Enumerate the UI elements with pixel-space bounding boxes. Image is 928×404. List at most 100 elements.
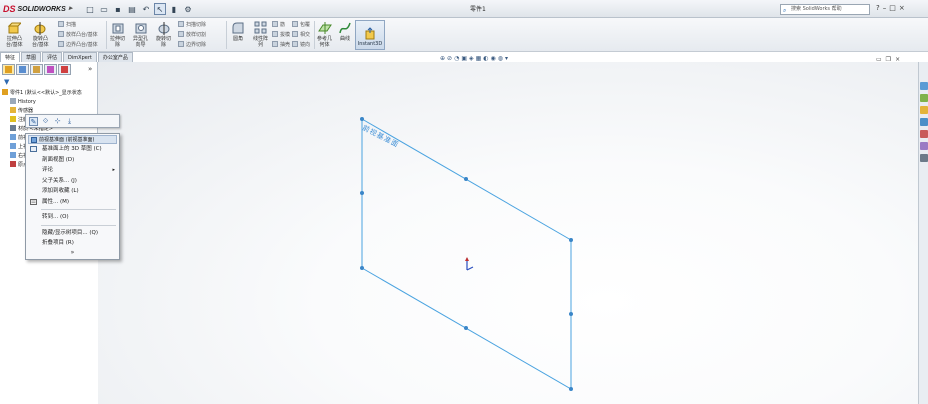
boundary-cut-icon xyxy=(178,41,184,47)
shell-button[interactable]: 抽壳 xyxy=(272,41,290,48)
print-icon[interactable]: ▤ xyxy=(126,3,138,15)
zoom-to-fit-icon[interactable]: ⊕ xyxy=(440,55,445,64)
menu-item-hide-show-tree-items[interactable]: 隐藏/显示树项目... (Q) xyxy=(26,228,119,239)
solidworks-logo[interactable]: DS SOLIDWORKS ▸ xyxy=(3,3,77,15)
sketch-icon[interactable]: ✎ xyxy=(29,116,38,126)
save-icon[interactable]: ▪ xyxy=(112,3,124,15)
undo-icon[interactable]: ↶ xyxy=(140,3,152,15)
maximize-button[interactable]: □ xyxy=(889,4,896,12)
menu-item-properties[interactable]: 属性... (M) xyxy=(26,197,119,208)
display-manager-tab[interactable] xyxy=(58,64,71,75)
linear-pattern-icon xyxy=(254,21,266,34)
mirror-button[interactable]: 镜向 xyxy=(292,41,310,48)
panel-more-icon[interactable]: » xyxy=(88,65,92,73)
draft-icon xyxy=(272,31,278,37)
ribbon-small-label: 相交 xyxy=(300,32,311,38)
rebuild-icon[interactable]: ▮ xyxy=(168,3,180,15)
plane-icon xyxy=(31,137,37,143)
draft-button[interactable]: 拔模 xyxy=(272,31,290,38)
view-palette-icon[interactable] xyxy=(920,118,928,126)
property-manager-tab[interactable] xyxy=(16,64,29,75)
dimxpert-manager-tab[interactable] xyxy=(44,64,57,75)
menu-item-parent-child[interactable]: 父子关系... (J) xyxy=(26,176,119,187)
open-icon[interactable]: ▭ xyxy=(98,3,110,15)
intersect-button[interactable]: 相交 xyxy=(292,31,310,38)
menu-item-go-to[interactable]: 转到... (O) xyxy=(26,212,119,223)
boundary-boss-button[interactable]: 边界凸台/基体 xyxy=(58,41,98,48)
menu-item-add-to-favorites[interactable]: 添加到收藏 (L) xyxy=(26,186,119,197)
context-toolbar: ✎ ⟐ ⊹ ⤓ xyxy=(25,114,120,128)
ribbon-small-label: 放样切割 xyxy=(186,32,207,38)
view-settings-icon[interactable]: ▾ xyxy=(505,55,508,64)
minimize-button[interactable]: – xyxy=(883,4,887,12)
revolve-cut-button[interactable]: 旋转切 除 xyxy=(156,21,171,48)
sweep-button[interactable]: 扫描 xyxy=(58,21,76,28)
reference-geometry-button[interactable]: 参考几 何体 xyxy=(317,21,332,48)
file-explorer-icon[interactable] xyxy=(920,106,928,114)
wrap-button[interactable]: 包覆 xyxy=(292,21,310,28)
revolve-boss-button[interactable]: 旋转凸 台/基体 xyxy=(32,21,49,48)
menu-item-collapse-items[interactable]: 折叠项目 (R) xyxy=(26,238,119,249)
new-icon[interactable]: □ xyxy=(84,3,96,15)
edit-feature-icon[interactable]: ⟐ xyxy=(41,117,50,126)
extrude-cut-button[interactable]: 拉伸切 除 xyxy=(110,21,125,48)
zoom-area-icon[interactable]: ⊘ xyxy=(447,55,452,64)
show-hide-icon[interactable]: ⤓ xyxy=(65,117,74,126)
hole-wizard-button[interactable]: 异型孔 向导 xyxy=(133,21,148,48)
ribbon-label: 除 xyxy=(161,42,167,48)
hide-show-icon[interactable]: ◐ xyxy=(483,55,488,64)
section-view-icon[interactable]: ▣ xyxy=(461,55,467,64)
graphics-area[interactable] xyxy=(98,62,918,404)
tab-evaluate[interactable]: 评估 xyxy=(42,52,63,62)
rib-button[interactable]: 筋 xyxy=(272,21,285,28)
view-orientation-icon[interactable]: ◈ xyxy=(469,55,474,64)
configuration-manager-tab[interactable] xyxy=(30,64,43,75)
help-search-input[interactable]: ⌕ 搜索 SolidWorks 帮助 xyxy=(780,4,870,15)
tab-office-products[interactable]: 办公室产品 xyxy=(97,52,133,62)
filter-icon[interactable]: ▼ xyxy=(4,78,9,86)
feature-manager-tab[interactable] xyxy=(2,64,15,75)
tree-item-history[interactable]: History xyxy=(2,98,98,107)
forum-icon[interactable] xyxy=(920,154,928,162)
loft-icon xyxy=(58,31,64,37)
tab-dimxpert[interactable]: DimXpert xyxy=(63,52,97,62)
sweep-cut-button[interactable]: 扫描切除 xyxy=(178,21,206,28)
resources-icon[interactable] xyxy=(920,82,928,90)
doc-minimize-button[interactable]: ▭ xyxy=(876,56,882,63)
tree-item-part[interactable]: 零件1 (默认<<默认>_显示状态 xyxy=(2,89,98,98)
apply-scene-icon[interactable]: ◍ xyxy=(498,55,503,64)
display-style-icon[interactable]: ▦ xyxy=(476,55,482,64)
select-icon[interactable]: ↖ xyxy=(154,3,166,15)
custom-properties-icon[interactable] xyxy=(920,142,928,150)
boundary-cut-button[interactable]: 边界切除 xyxy=(178,41,206,48)
design-library-icon[interactable] xyxy=(920,94,928,102)
appearances-icon[interactable] xyxy=(920,130,928,138)
command-manager-ribbon: 拉伸凸 台/基体 旋转凸 台/基体 扫描 放样凸台/基体 边界凸台/基体 拉伸切… xyxy=(0,18,928,52)
menu-item-3d-sketch-on-plane[interactable]: 基准面上的 3D 草图 (C) xyxy=(26,144,119,155)
normal-to-icon[interactable]: ⊹ xyxy=(53,117,62,126)
extrude-boss-button[interactable]: 拉伸凸 台/基体 xyxy=(6,21,23,48)
doc-close-button[interactable]: × xyxy=(895,56,900,63)
logo-arrow-icon[interactable]: ▸ xyxy=(69,4,77,14)
previous-view-icon[interactable]: ◔ xyxy=(454,55,459,64)
doc-restore-button[interactable]: ❐ xyxy=(886,56,891,63)
help-button[interactable]: ? xyxy=(876,4,880,12)
plane-icon xyxy=(10,143,16,149)
tab-features[interactable]: 特征 xyxy=(0,52,21,62)
tab-sketch[interactable]: 草图 xyxy=(21,52,42,62)
loft-button[interactable]: 放样凸台/基体 xyxy=(58,31,98,38)
instant3d-button[interactable]: Instant3D xyxy=(355,20,385,50)
menu-expand-chevron-icon[interactable]: » xyxy=(26,249,119,256)
instant3d-icon xyxy=(365,27,375,40)
loft-cut-button[interactable]: 放样切割 xyxy=(178,31,206,38)
close-button[interactable]: × xyxy=(899,4,905,12)
options-icon[interactable]: ⚙ xyxy=(182,3,194,15)
menu-item-comment[interactable]: 评论 ▸ xyxy=(26,165,119,176)
edit-appearance-icon[interactable]: ◉ xyxy=(491,55,496,64)
curves-button[interactable]: 曲线 xyxy=(338,21,352,42)
hole-wizard-icon xyxy=(135,23,146,34)
fillet-button[interactable]: 圆角 xyxy=(231,21,245,42)
menu-item-section-view[interactable]: 剖面视图 (D) xyxy=(26,155,119,166)
linear-pattern-button[interactable]: 线性阵 列 xyxy=(253,21,268,48)
ribbon-label: 向导 xyxy=(135,42,146,48)
